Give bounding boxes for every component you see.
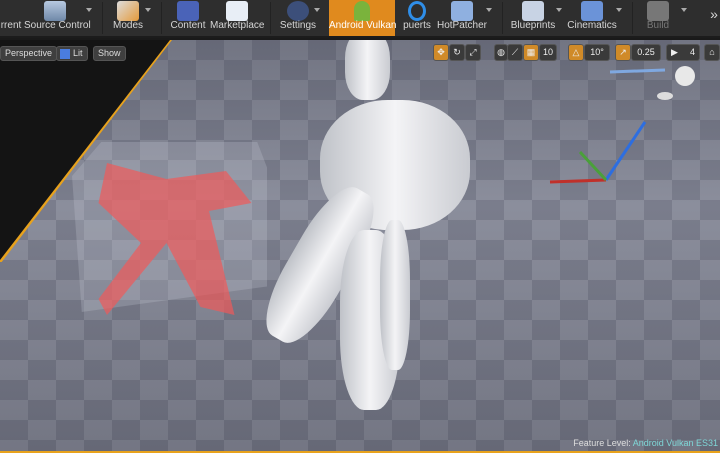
feature-level-status: Feature Level: Android Vulkan ES31 — [573, 438, 718, 448]
label: Build — [646, 20, 670, 31]
head — [345, 40, 390, 100]
y-axis[interactable] — [578, 150, 608, 182]
toolbar-current-button[interactable]: rrent — [0, 0, 22, 36]
lit-button[interactable]: Lit — [56, 46, 88, 61]
divider — [102, 2, 103, 34]
grid-snap-value[interactable]: 10 — [539, 44, 557, 61]
hotpatcher-icon — [451, 1, 473, 21]
toolbar-content-button[interactable]: Content — [168, 0, 208, 36]
camera-icon: ▶ — [671, 47, 678, 57]
modes-icon — [117, 1, 139, 21]
cinematics-dropdown[interactable] — [616, 8, 622, 12]
toolbar-overflow-button[interactable]: » — [708, 6, 720, 42]
mannequin-character[interactable] — [251, 40, 480, 410]
build-icon — [647, 1, 669, 21]
label: Android Vulkan — [329, 20, 397, 31]
surface-snap-icon[interactable]: ⟋ — [507, 44, 523, 61]
puerts-icon — [408, 1, 426, 21]
scale-mode-icon[interactable]: ⤢ — [465, 44, 481, 61]
grid-snap-icon[interactable]: ▦ — [523, 44, 539, 61]
translate-mode-icon[interactable]: ✥ — [433, 44, 449, 61]
show-button[interactable]: Show — [93, 46, 126, 61]
label: rrent — [0, 20, 22, 31]
perspective-button[interactable]: Perspective — [0, 46, 58, 61]
label: Source Control — [24, 20, 91, 31]
world-local-icon[interactable]: ◍ — [494, 44, 508, 61]
camera-speed-value: 4 — [689, 47, 695, 57]
source-control-icon — [44, 1, 66, 21]
x-axis[interactable] — [549, 178, 607, 184]
blueprints-icon — [522, 1, 544, 21]
rotation-snap-value[interactable]: 10° — [584, 44, 610, 61]
camera-speed-button[interactable]: ▶ 4 — [666, 44, 700, 61]
hotpatcher-dropdown[interactable] — [486, 8, 492, 12]
divider — [270, 2, 271, 34]
blueprints-dropdown[interactable] — [556, 8, 562, 12]
lit-icon — [60, 49, 70, 59]
label: Content — [170, 20, 206, 31]
main-toolbar: rrent Source Control Modes Content Marke… — [0, 0, 720, 38]
rotate-mode-icon[interactable]: ↻ — [449, 44, 465, 61]
divider — [632, 2, 633, 34]
label: Settings — [279, 20, 317, 31]
leg — [380, 220, 410, 370]
toolbar-cinematics-button[interactable]: Cinematics — [566, 0, 618, 36]
settings-icon — [287, 1, 309, 21]
divider — [161, 2, 162, 34]
source-control-dropdown[interactable] — [86, 8, 92, 12]
label: Modes — [112, 20, 143, 31]
label: Marketplace — [210, 20, 265, 31]
toolbar-source-control-button[interactable]: Source Control — [24, 0, 91, 36]
label: puerts — [403, 20, 431, 31]
android-icon — [354, 1, 370, 21]
player-start-icon[interactable] — [605, 62, 700, 102]
label: HotPatcher — [436, 20, 488, 31]
level-viewport[interactable]: Perspective Lit Show ✥ ↻ ⤢ ◍ ⟋ ▦ 10 △ 10… — [0, 40, 720, 453]
settings-dropdown[interactable] — [314, 8, 320, 12]
rotation-snap-icon[interactable]: △ — [568, 44, 584, 61]
toolbar-build-button[interactable]: Build — [640, 0, 676, 36]
toolbar-puerts-button[interactable]: puerts — [400, 0, 434, 36]
feature-level-value: Android Vulkan ES31 — [632, 438, 718, 448]
label: Lit — [73, 48, 83, 58]
modes-dropdown[interactable] — [145, 8, 151, 12]
label: Cinematics — [567, 20, 617, 31]
feature-level-label: Feature Level: — [573, 438, 631, 448]
toolbar-android-vulkan-button[interactable]: Android Vulkan — [329, 0, 397, 36]
transform-gizmo[interactable] — [540, 110, 660, 190]
toolbar-settings-button[interactable]: Settings — [278, 0, 318, 36]
toolbar-blueprints-button[interactable]: Blueprints — [508, 0, 558, 36]
cinematics-icon — [581, 1, 603, 21]
content-icon — [177, 1, 199, 21]
toolbar-marketplace-button[interactable]: Marketplace — [210, 0, 264, 36]
scale-snap-icon[interactable]: ↗ — [615, 44, 631, 61]
scale-snap-value[interactable]: 0.25 — [631, 44, 661, 61]
maximize-viewport-icon[interactable]: ⌂ — [704, 44, 720, 61]
toolbar-modes-button[interactable]: Modes — [108, 0, 148, 36]
marketplace-icon — [226, 1, 248, 21]
divider — [502, 2, 503, 34]
z-axis[interactable] — [604, 121, 647, 181]
build-dropdown[interactable] — [681, 8, 687, 12]
label: Blueprints — [510, 20, 556, 31]
toolbar-hotpatcher-button[interactable]: HotPatcher — [436, 0, 488, 36]
